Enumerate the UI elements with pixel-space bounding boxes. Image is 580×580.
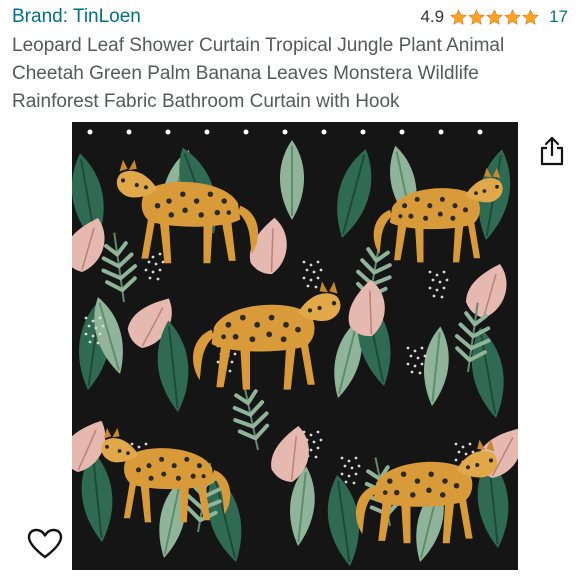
share-icon (540, 136, 564, 166)
product-header: Brand: TinLoen 4.9 17 (12, 4, 568, 30)
favorite-button[interactable] (24, 524, 66, 564)
brand-link[interactable]: Brand: TinLoen (12, 6, 141, 28)
rating-value: 4.9 (420, 7, 445, 26)
product-image[interactable] (72, 122, 518, 570)
heart-outline-icon (27, 528, 63, 559)
star-icon (450, 8, 467, 25)
star-icon (486, 8, 503, 25)
rating-summary[interactable]: 4.9 17 (420, 7, 568, 27)
star-rating (450, 8, 539, 26)
star-icon (522, 8, 539, 25)
product-title: Leopard Leaf Shower Curtain Tropical Jun… (12, 35, 505, 112)
star-icon (504, 8, 521, 25)
review-count: 17 (549, 7, 568, 26)
share-button[interactable] (536, 134, 568, 168)
star-icon (468, 8, 485, 25)
shower-curtain-illustration (72, 122, 518, 570)
